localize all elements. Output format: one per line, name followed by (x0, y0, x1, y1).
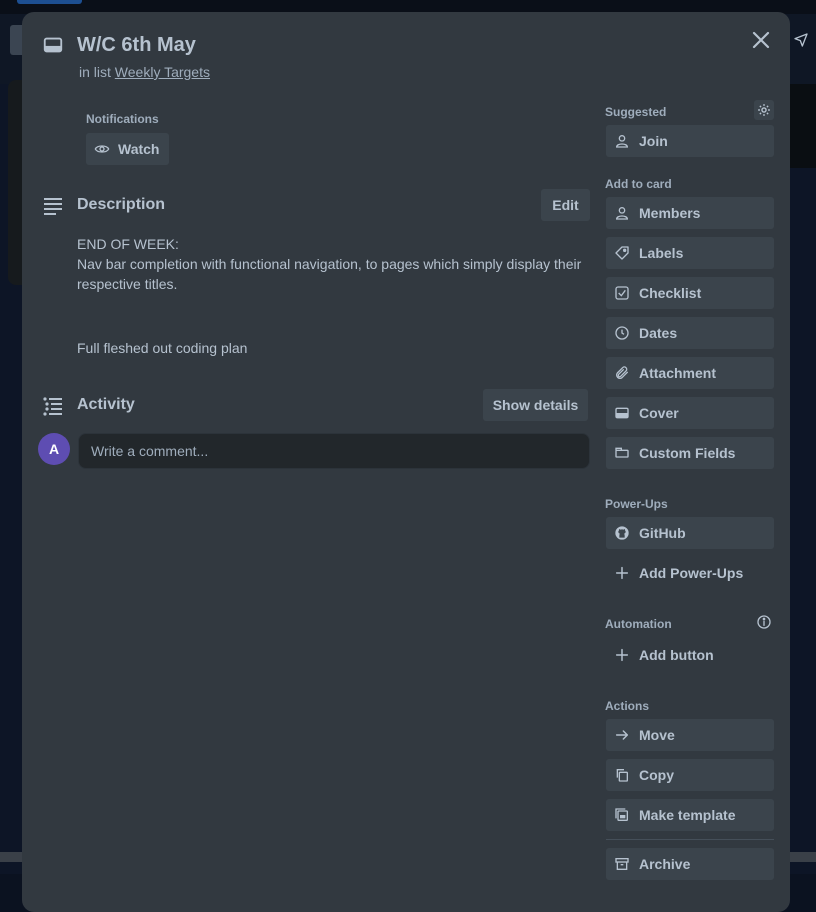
card-list-info: in list Weekly Targets (79, 63, 210, 81)
checklist-label: Checklist (639, 285, 702, 301)
attachment-button[interactable]: Attachment (606, 357, 774, 389)
board-list-column-right (790, 84, 816, 168)
send-icon[interactable] (793, 32, 811, 50)
move-button[interactable]: Move (606, 719, 774, 751)
attachment-label: Attachment (639, 365, 717, 381)
board-topbar-tab[interactable] (17, 0, 82, 4)
card-icon (42, 34, 64, 56)
list-prefix: in list (79, 64, 111, 80)
archive-label: Archive (639, 856, 691, 872)
github-label: GitHub (639, 525, 686, 541)
checkbox-icon (615, 286, 629, 300)
show-details-button[interactable]: Show details (483, 389, 588, 421)
watch-button[interactable]: Watch (86, 133, 169, 165)
members-button[interactable]: Members (606, 197, 774, 229)
description-body[interactable]: END OF WEEK: Nav bar completion with fun… (77, 234, 597, 358)
archive-button[interactable]: Archive (606, 848, 774, 880)
copy-label: Copy (639, 767, 674, 783)
custom-fields-label: Custom Fields (639, 445, 736, 461)
watch-label: Watch (118, 141, 160, 157)
close-icon (752, 31, 770, 49)
person-icon (615, 135, 629, 148)
plus-icon (615, 648, 629, 662)
add-button-button[interactable]: Add button (606, 639, 774, 671)
checklist-button[interactable]: Checklist (606, 277, 774, 309)
automation-info-button[interactable] (754, 612, 774, 632)
add-power-ups-button[interactable]: Add Power-Ups (606, 557, 774, 589)
custom-fields-icon (615, 447, 629, 458)
paperclip-icon (616, 366, 628, 379)
members-label: Members (639, 205, 701, 221)
add-button-label: Add button (639, 647, 714, 663)
copy-icon (616, 769, 628, 782)
actions-divider (606, 839, 774, 840)
plus-icon (615, 566, 629, 580)
github-button[interactable]: GitHub (606, 517, 774, 549)
dates-label: Dates (639, 325, 678, 341)
eye-icon (94, 145, 110, 153)
notifications-label: Notifications (86, 112, 159, 126)
github-icon (615, 526, 629, 540)
archive-icon (615, 858, 629, 870)
suggested-settings-button[interactable] (754, 100, 774, 120)
tag-icon (615, 246, 629, 260)
cover-button[interactable]: Cover (606, 397, 774, 429)
activity-icon (42, 394, 64, 416)
make-template-label: Make template (639, 807, 736, 823)
description-heading: Description (77, 196, 166, 213)
template-icon (615, 808, 628, 821)
actions-label: Actions (605, 699, 650, 713)
move-label: Move (639, 727, 675, 743)
dates-button[interactable]: Dates (606, 317, 774, 349)
close-button[interactable] (748, 27, 774, 53)
join-label: Join (639, 133, 668, 149)
labels-button[interactable]: Labels (606, 237, 774, 269)
automation-label: Automation (605, 617, 672, 631)
edit-description-button[interactable]: Edit (541, 189, 590, 221)
card-title[interactable]: W/C 6th May (77, 32, 196, 58)
make-template-button[interactable]: Make template (606, 799, 774, 831)
add-power-ups-label: Add Power-Ups (639, 565, 744, 581)
description-line: Nav bar completion with functional navig… (77, 256, 582, 292)
suggested-label: Suggested (605, 105, 667, 119)
cover-icon (615, 407, 629, 419)
description-icon (42, 194, 64, 216)
list-link[interactable]: Weekly Targets (115, 64, 210, 80)
custom-fields-button[interactable]: Custom Fields (606, 437, 774, 469)
gear-icon (758, 104, 770, 116)
activity-heading: Activity (77, 396, 135, 413)
card-detail-modal: W/C 6th May in list Weekly Targets Notif… (22, 12, 790, 912)
comment-input[interactable]: Write a comment... (78, 433, 590, 469)
person-icon (615, 207, 629, 220)
avatar[interactable]: A (38, 433, 70, 465)
clock-icon (615, 326, 629, 340)
description-line: END OF WEEK: (77, 236, 179, 252)
add-to-card-label: Add to card (605, 177, 672, 191)
labels-label: Labels (639, 245, 684, 261)
copy-button[interactable]: Copy (606, 759, 774, 791)
info-icon (757, 615, 771, 629)
join-button[interactable]: Join (606, 125, 774, 157)
arrow-right-icon (615, 730, 629, 740)
description-line: Full fleshed out coding plan (77, 340, 248, 356)
cover-label: Cover (639, 405, 679, 421)
power-ups-label: Power-Ups (605, 497, 668, 511)
